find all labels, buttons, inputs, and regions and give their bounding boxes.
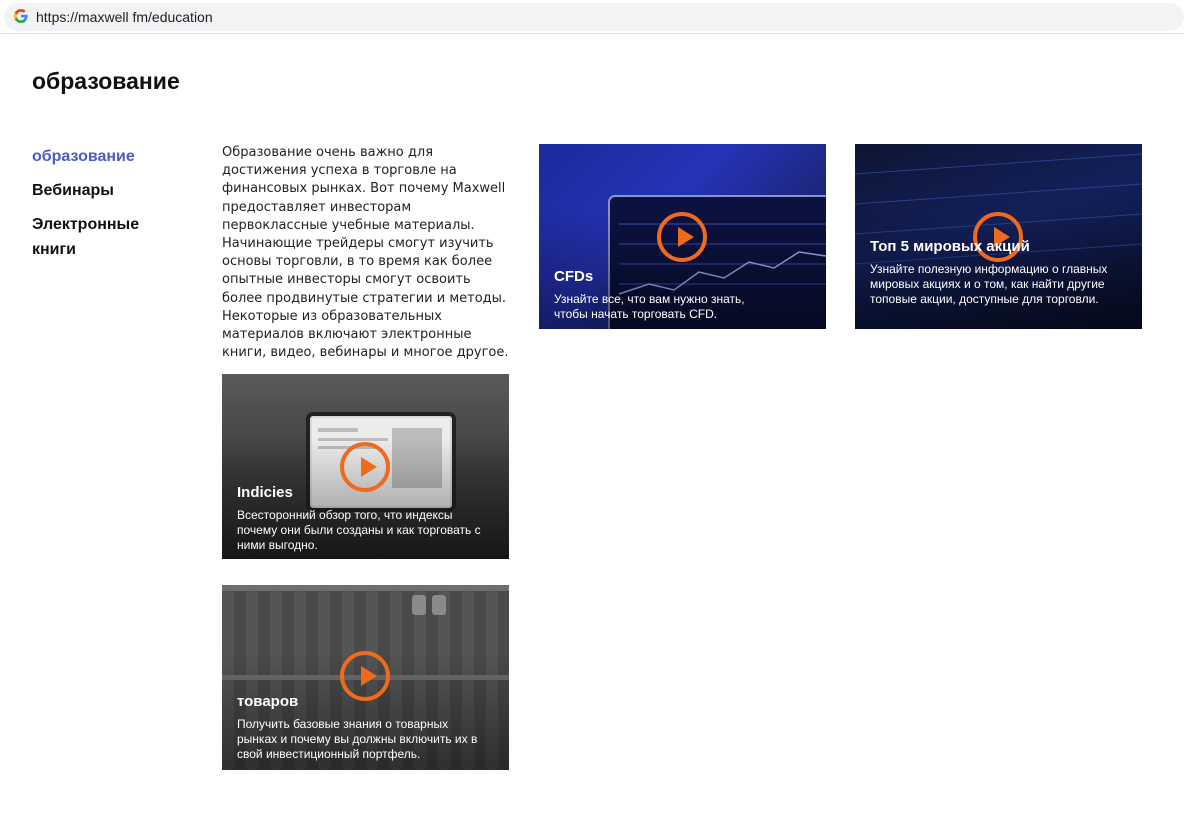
play-icon[interactable] [340, 651, 390, 701]
sidebar-item-ebooks[interactable]: Электронные книги [32, 212, 152, 262]
browser-address-bar: https://maxwell fm/education [0, 0, 1184, 34]
card-title: Indicies [237, 484, 293, 501]
video-card-commodities[interactable]: товаров Получить базовые знания о товарн… [222, 585, 509, 770]
sidebar-nav: образование Вебинары Электронные книги [32, 144, 192, 262]
google-icon [14, 9, 30, 25]
card-description: Получить базовые знания о товарных рынка… [237, 717, 478, 761]
page-title: образование [32, 68, 180, 94]
play-icon[interactable] [340, 442, 390, 492]
video-card-cfds[interactable]: CFDs Узнайте все, что вам нужно знать, ч… [539, 144, 826, 329]
card-description: Узнайте все, что вам нужно знать, чтобы … [554, 292, 745, 321]
card-title: CFDs [554, 268, 594, 285]
card-title: товаров [237, 693, 299, 710]
card-title: Топ 5 мировых акций [870, 238, 1030, 255]
sidebar-item-education[interactable]: образование [32, 144, 192, 169]
url-field[interactable]: https://maxwell fm/education [4, 3, 1184, 31]
url-text: https://maxwell fm/education [36, 9, 213, 25]
intro-text: Образование очень важно для достижения у… [222, 145, 509, 361]
video-card-indices[interactable]: Indicies Всесторонний обзор того, что ин… [222, 374, 509, 559]
sidebar-item-webinars[interactable]: Вебинары [32, 178, 192, 203]
play-icon[interactable] [657, 212, 707, 262]
card-description: Узнайте полезную информацию о главных ми… [870, 262, 1108, 306]
video-card-top-stocks[interactable]: Топ 5 мировых акций Узнайте полезную инф… [855, 144, 1142, 329]
card-description: Всесторонний обзор того, что индексы поч… [237, 508, 481, 552]
